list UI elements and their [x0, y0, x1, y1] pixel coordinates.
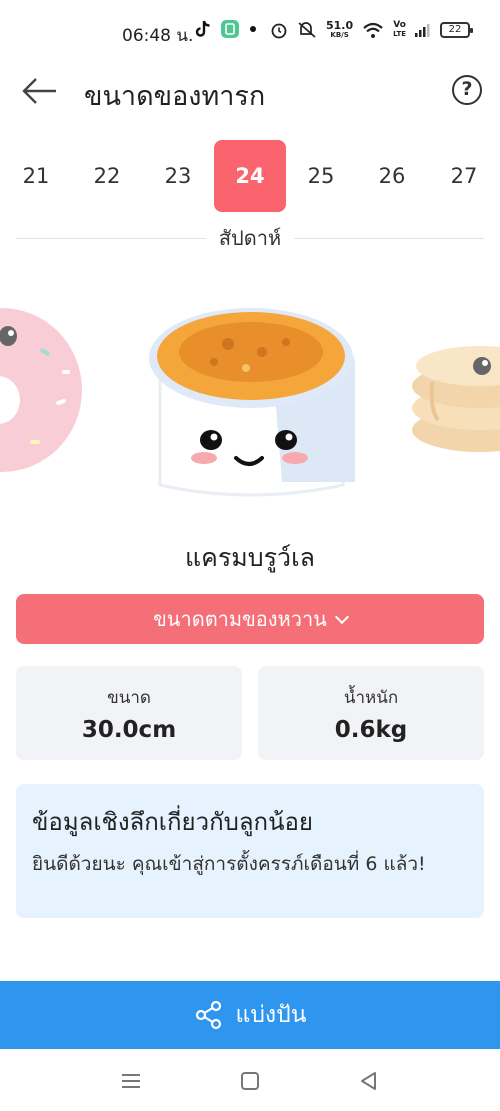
volte-indicator: Vo LTE — [393, 19, 406, 38]
size-card: ขนาด 30.0cm — [16, 666, 242, 760]
compare-dropdown[interactable]: ขนาดตามของหวาน — [16, 594, 484, 644]
network-speed: 51.0 KB/S — [326, 19, 354, 39]
status-bar: 06:48 น. 51.0 KB/S Vo LTE 22 — [0, 0, 500, 62]
week-item[interactable]: 27 — [428, 140, 500, 212]
week-item[interactable]: 21 — [0, 140, 72, 212]
week-caption: สัปดาห์ — [218, 226, 282, 250]
donut-icon — [0, 308, 82, 472]
share-icon — [195, 1000, 221, 1030]
chevron-down-icon — [334, 609, 349, 625]
help-button[interactable]: ? — [452, 75, 482, 105]
insight-body: ยินดีด้วยนะ คุณเข้าสู่การตั้งครรภ์เดือนท… — [32, 853, 426, 875]
weight-value: 0.6kg — [334, 717, 408, 743]
app-icon — [221, 20, 239, 38]
week-item-selected[interactable]: 24 — [214, 140, 286, 212]
insight-card: ข้อมูลเชิงลึกเกี่ยวกับลูกน้อย ยินดีด้วยน… — [16, 784, 484, 918]
menu-icon[interactable] — [118, 1068, 144, 1094]
notification-dot-icon — [250, 26, 256, 32]
compare-label: ขนาดตามของหวาน — [153, 607, 327, 631]
weight-card: น้ำหนัก 0.6kg — [258, 666, 484, 760]
battery-icon: 22 — [440, 21, 473, 38]
week-selector: 21 22 23 24 25 26 27 — [0, 140, 500, 212]
weight-label: น้ำหนัก — [343, 688, 399, 708]
signal-icon — [415, 23, 430, 37]
mute-icon — [298, 21, 316, 38]
creme-brulee-icon — [149, 308, 355, 497]
wifi-icon — [363, 22, 383, 38]
share-button[interactable]: แบ่งปัน — [0, 981, 500, 1049]
home-icon[interactable] — [237, 1068, 263, 1094]
share-label: แบ่งปัน — [235, 1002, 307, 1028]
app-header: ขนาดของทารก ? — [0, 62, 500, 122]
status-left-icons — [195, 20, 257, 38]
back-button[interactable] — [20, 74, 60, 108]
back-nav-icon[interactable] — [356, 1068, 382, 1094]
tiktok-icon — [195, 20, 210, 37]
week-item[interactable]: 26 — [356, 140, 428, 212]
food-carousel[interactable] — [0, 290, 500, 520]
pancake-icon — [412, 346, 500, 452]
food-name: แครมบรูว์เล — [185, 543, 315, 572]
insight-title: ข้อมูลเชิงลึกเกี่ยวกับลูกน้อย — [32, 808, 313, 836]
system-nav-bar — [0, 1050, 500, 1111]
week-item[interactable]: 22 — [71, 140, 143, 212]
week-item[interactable]: 23 — [142, 140, 214, 212]
alarm-icon — [271, 23, 287, 38]
status-time: 06:48 น. — [122, 26, 194, 46]
page-title: ขนาดของทารก — [84, 81, 266, 112]
size-value: 30.0cm — [81, 717, 177, 743]
size-label: ขนาด — [107, 688, 151, 708]
arrow-left-icon — [22, 78, 56, 104]
status-right-icons: 51.0 KB/S Vo LTE 22 — [270, 19, 473, 39]
week-item[interactable]: 25 — [285, 140, 357, 212]
